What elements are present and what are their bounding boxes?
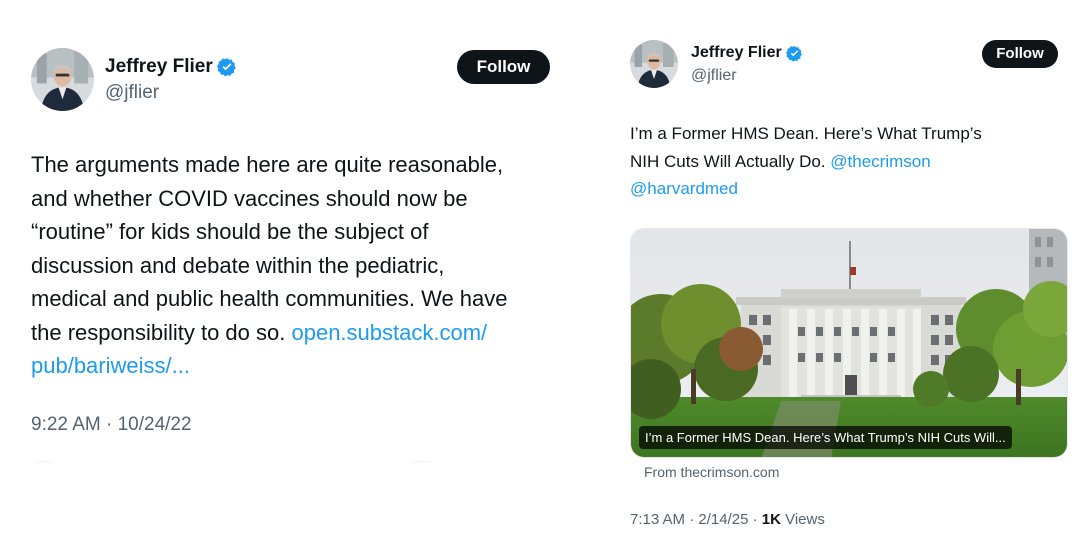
timestamp-text[interactable]: 7:13 AM · 2/14/25 · bbox=[630, 511, 762, 528]
article-link-continued[interactable]: pub/bariweiss/... bbox=[31, 353, 190, 378]
tweet-text-line: I’m a Former HMS Dean. Here’s What Trump… bbox=[630, 124, 982, 143]
article-link[interactable]: open.substack.com/ bbox=[291, 320, 487, 345]
tweet-timestamp[interactable]: 9:22 AM · 10/24/22 bbox=[31, 414, 192, 436]
tweet-text-line: discussion and debate within the pediatr… bbox=[31, 252, 445, 278]
author-row[interactable]: Jeffrey Flier bbox=[691, 44, 803, 62]
author-name[interactable]: Jeffrey Flier bbox=[691, 44, 782, 62]
verified-badge-icon bbox=[785, 45, 803, 62]
author-name[interactable]: Jeffrey Flier bbox=[105, 56, 213, 78]
link-card[interactable]: I’m a Former HMS Dean. Here’s What Trump… bbox=[630, 228, 1068, 458]
divider bbox=[37, 461, 51, 462]
avatar-photo bbox=[630, 40, 678, 88]
tweet-text-line: The arguments made here are quite reason… bbox=[31, 152, 504, 177]
tweet-right: Jeffrey Flier @jflier Follow I’m a Forme… bbox=[600, 0, 1084, 541]
avatar[interactable] bbox=[31, 48, 94, 111]
card-source[interactable]: From thecrimson.com bbox=[644, 464, 779, 480]
tweet-text-segment: the responsibility to do so. bbox=[31, 319, 292, 345]
tweet-text: I’m a Former HMS Dean. Here’s What Trump… bbox=[630, 120, 982, 203]
tweet-text-segment: NIH Cuts Will Actually Do. bbox=[630, 151, 831, 171]
follow-button[interactable]: Follow bbox=[457, 50, 550, 84]
author-row[interactable]: Jeffrey Flier bbox=[105, 56, 237, 78]
verified-badge-icon bbox=[216, 57, 237, 77]
tweet-text-line: and whether COVID vaccines should now be bbox=[31, 185, 468, 211]
tweet-text: The arguments made here are quite reason… bbox=[31, 148, 508, 383]
card-caption: I’m a Former HMS Dean. Here’s What Trump… bbox=[639, 426, 1012, 449]
divider bbox=[413, 461, 431, 462]
views-count: 1K bbox=[761, 511, 781, 528]
tweet-text-line: “routine” for kids should be the subject… bbox=[31, 219, 429, 244]
author-handle[interactable]: @jflier bbox=[691, 67, 737, 85]
tweet-text-line: pub/bariweiss/... bbox=[31, 349, 508, 383]
tweet-text-line: the responsibility to do so. open.substa… bbox=[31, 316, 508, 350]
views-label: Views bbox=[780, 511, 825, 528]
tweet-text-line: @harvardmed bbox=[630, 175, 982, 203]
mention-link[interactable]: @thecrimson bbox=[830, 152, 930, 171]
card-image bbox=[631, 229, 1067, 457]
follow-button[interactable]: Follow bbox=[982, 40, 1058, 68]
tweet-timestamp: 7:13 AM · 2/14/25 · 1K Views bbox=[630, 511, 825, 528]
tweet-text-line: medical and public health communities. W… bbox=[31, 286, 508, 311]
author-handle[interactable]: @jflier bbox=[105, 82, 159, 104]
tweet-left: Jeffrey Flier @jflier Follow The argumen… bbox=[0, 0, 600, 541]
avatar[interactable] bbox=[630, 40, 678, 88]
mention-link[interactable]: @harvardmed bbox=[630, 179, 738, 198]
tweet-text-line: NIH Cuts Will Actually Do. @thecrimson bbox=[630, 148, 982, 176]
avatar-photo bbox=[31, 48, 94, 111]
